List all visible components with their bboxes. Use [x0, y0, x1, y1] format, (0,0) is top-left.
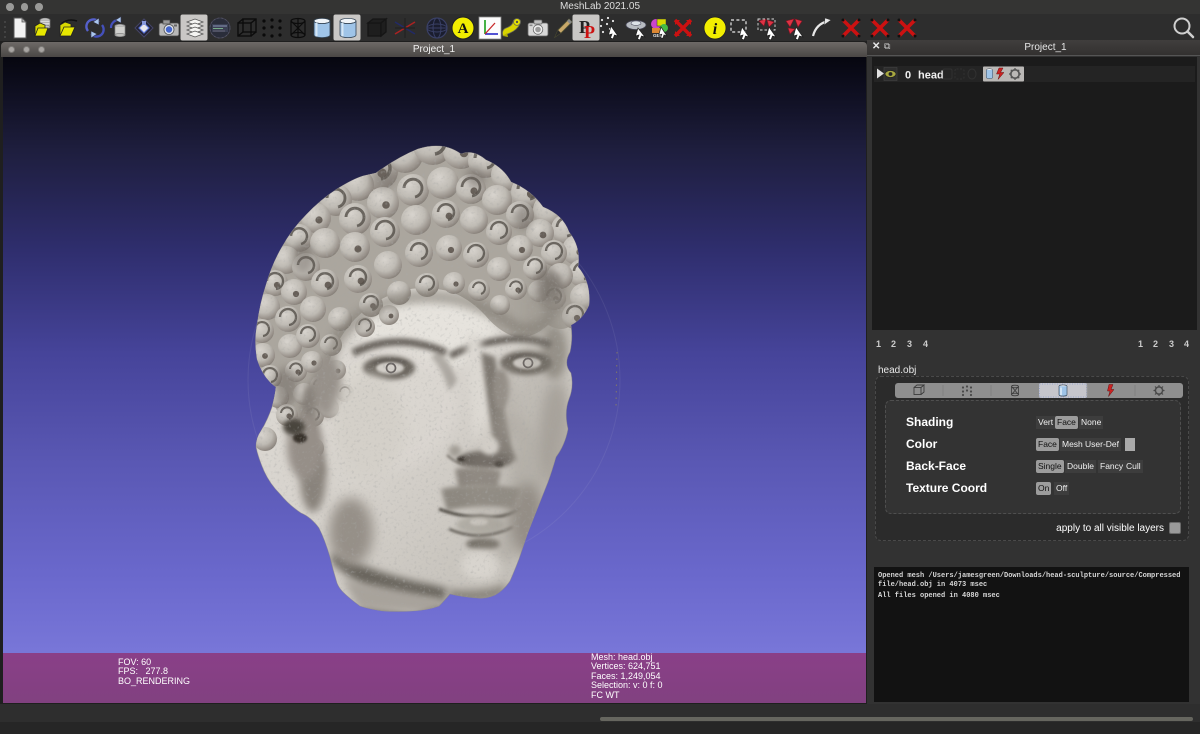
svg-text:A: A	[458, 21, 469, 37]
svg-text:head: head	[918, 70, 944, 82]
svg-text:0: 0	[905, 70, 911, 82]
svg-text:P: P	[584, 22, 595, 41]
svg-text:i: i	[713, 21, 718, 38]
